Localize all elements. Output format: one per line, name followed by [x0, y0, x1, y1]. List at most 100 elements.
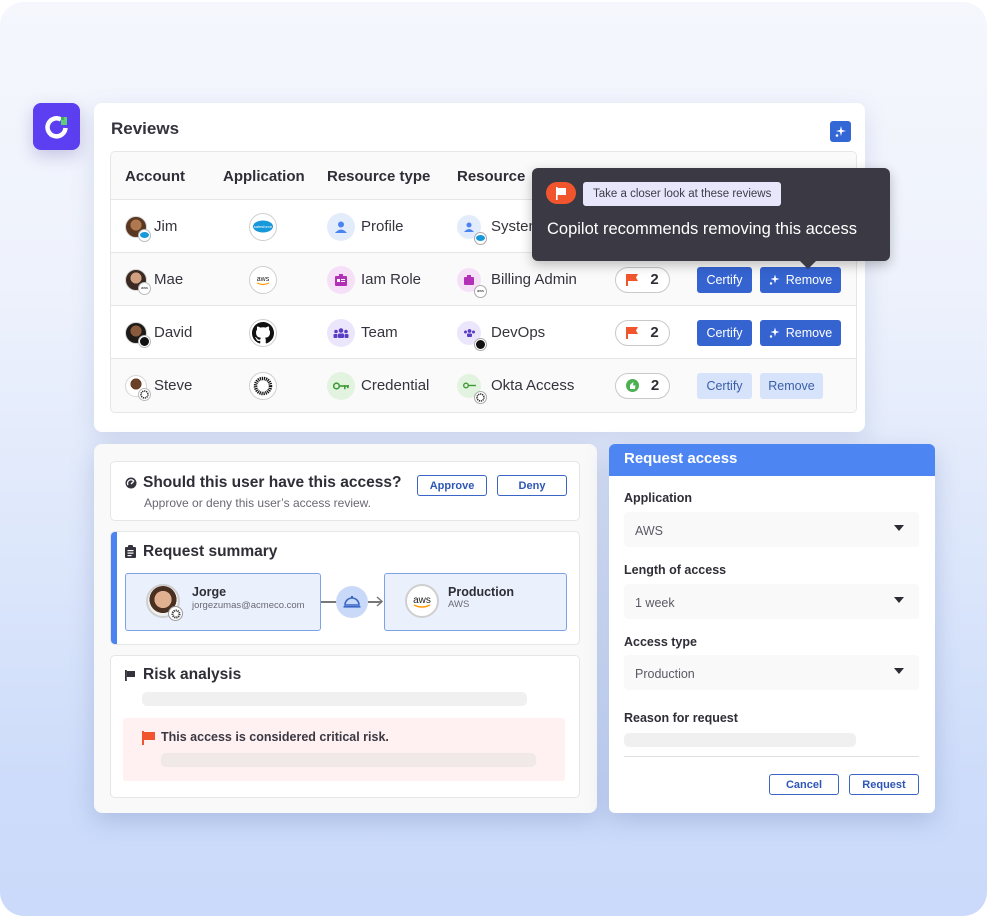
service-bell-icon — [336, 586, 368, 618]
length-of-access-select[interactable]: 1 week — [624, 584, 919, 619]
column-header-application: Application — [223, 168, 305, 185]
approve-button[interactable]: Approve — [417, 475, 487, 496]
select-value: Production — [635, 667, 695, 681]
table-row[interactable]: Steve Credential Okta Access 2 Certify R… — [111, 359, 856, 412]
request-button[interactable]: Request — [849, 774, 919, 795]
access-type-select[interactable]: Production — [624, 655, 919, 690]
deny-button[interactable]: Deny — [497, 475, 567, 496]
access-question-card: Should this user have this access? Appro… — [110, 461, 580, 521]
risk-analysis-title: Risk analysis — [143, 666, 242, 683]
svg-text:aws: aws — [141, 285, 148, 290]
gear-badge-icon — [168, 606, 183, 621]
question-title: Should this user have this access? — [143, 474, 402, 491]
select-value: 1 week — [635, 596, 675, 610]
remove-button[interactable]: Remove — [760, 319, 841, 346]
svg-text:salesforce: salesforce — [254, 224, 273, 229]
okta-icon — [249, 371, 277, 400]
risk-count: 2 — [650, 271, 659, 288]
id-badge-icon — [327, 265, 355, 294]
target-name: Production — [448, 585, 514, 599]
sparkle-icon — [835, 126, 846, 137]
question-subtitle: Approve or deny this user’s access revie… — [144, 496, 371, 510]
column-header-account: Account — [125, 168, 185, 185]
resource-name: DevOps — [491, 324, 546, 341]
cancel-button[interactable]: Cancel — [769, 774, 839, 795]
tooltip-message: Copilot recommends removing this access — [547, 220, 857, 238]
risk-count-pill[interactable]: 2 — [615, 372, 670, 399]
risk-analysis-card: Risk analysis This access is considered … — [110, 655, 580, 798]
copilot-tooltip: Take a closer look at these reviews Copi… — [532, 168, 890, 269]
avatar: aws — [125, 268, 151, 295]
resource-type: Profile — [361, 218, 404, 235]
aws-badge-icon: aws — [474, 284, 487, 298]
thumbs-up-icon — [625, 379, 639, 392]
github-icon — [249, 318, 277, 347]
caret-down-icon — [894, 668, 904, 674]
svg-text:aws: aws — [477, 288, 484, 293]
gauge-icon — [125, 477, 137, 489]
profile-icon — [457, 214, 487, 245]
reviews-card: Reviews Account Application Resource typ… — [94, 103, 865, 432]
flag-icon — [125, 670, 135, 681]
divider — [624, 756, 919, 757]
critical-risk-alert: This access is considered critical risk. — [123, 718, 565, 781]
app-logo — [33, 103, 80, 150]
remove-label: Remove — [785, 272, 833, 287]
github-badge-icon — [474, 337, 487, 351]
requester-email: jorgezumas@acmeco.com — [192, 600, 305, 611]
field-label-reason: Reason for request — [624, 711, 738, 725]
request-access-panel: Request access Application AWS Length of… — [609, 444, 935, 813]
column-header-resource: Resource — [457, 168, 526, 185]
salesforce-badge-icon — [138, 228, 151, 242]
flag-icon — [142, 731, 155, 745]
certify-button[interactable]: Certify — [697, 372, 752, 399]
certify-button[interactable]: Certify — [697, 319, 752, 346]
remove-button[interactable]: Remove — [760, 372, 823, 399]
account-name: Mae — [154, 271, 184, 288]
remove-button[interactable]: Remove — [760, 266, 841, 293]
account-name: David — [154, 324, 193, 341]
select-value: AWS — [635, 524, 664, 538]
risk-count-pill[interactable]: 2 — [615, 319, 670, 346]
logo-icon — [44, 115, 68, 138]
risk-count-pill[interactable]: 2 — [615, 266, 670, 293]
certify-button[interactable]: Certify — [697, 266, 752, 293]
reason-input[interactable] — [624, 733, 856, 747]
resource-type: Team — [361, 324, 398, 341]
risk-count: 2 — [650, 324, 659, 341]
request-summary-title: Request summary — [143, 543, 278, 560]
field-label-application: Application — [624, 491, 693, 505]
clipboard-icon — [125, 545, 136, 558]
resource-name: Okta Access — [491, 377, 575, 394]
risk-count: 2 — [650, 377, 660, 394]
svg-text:aws: aws — [413, 595, 431, 606]
requester-name: Jorge — [192, 585, 227, 599]
resource-type: Iam Role — [361, 271, 422, 288]
account-name: Steve — [154, 377, 193, 394]
salesforce-badge-icon — [474, 231, 487, 245]
aws-icon: aws — [249, 265, 277, 294]
skeleton-line — [142, 692, 527, 706]
application-select[interactable]: AWS — [624, 512, 919, 547]
svg-text:aws: aws — [257, 276, 270, 283]
aws-badge-icon: aws — [138, 281, 151, 295]
alert-message: This access is considered critical risk. — [161, 730, 389, 744]
target-box: aws Production AWS — [384, 573, 567, 631]
request-access-title: Request access — [609, 444, 935, 476]
salesforce-icon: salesforce — [249, 212, 277, 241]
table-row[interactable]: David Team DevOps 2 Certify Remove — [111, 306, 856, 359]
arrow-right-icon — [376, 596, 384, 607]
column-header-resource-type: Resource type — [327, 168, 431, 185]
field-label-length: Length of access — [624, 563, 727, 577]
tooltip-chip: Take a closer look at these reviews — [583, 182, 782, 206]
okta-badge-icon — [474, 390, 487, 404]
flag-icon — [626, 326, 639, 339]
avatar — [146, 584, 183, 621]
key-icon — [457, 373, 487, 404]
aws-icon: aws — [405, 584, 439, 618]
avatar — [125, 374, 151, 401]
sparkle-icon — [769, 274, 780, 285]
id-badge-icon: aws — [457, 267, 487, 298]
copilot-button[interactable] — [830, 121, 851, 142]
request-summary-card: Request summary Jorge jorgezumas@acmeco.… — [110, 531, 580, 645]
